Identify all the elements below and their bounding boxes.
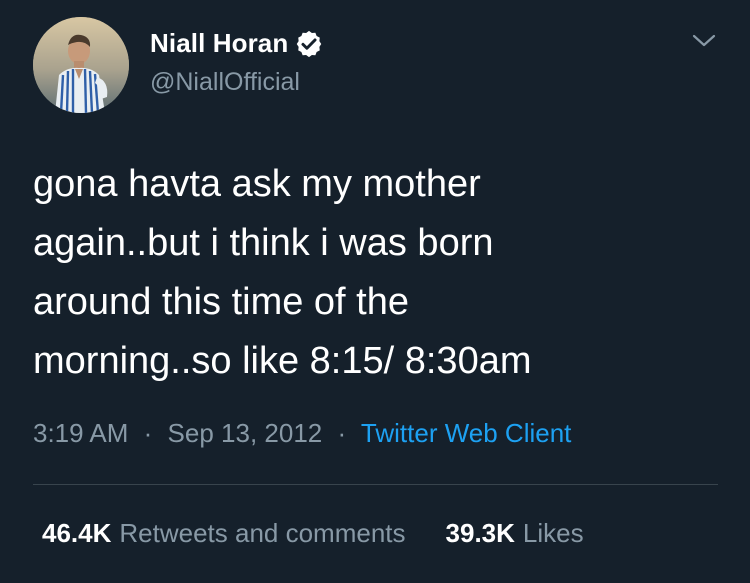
likes-stat[interactable]: 39.3K Likes [446,518,584,549]
tweet-time[interactable]: 3:19 AM [33,418,128,448]
retweets-stat[interactable]: 46.4K Retweets and comments [42,518,406,549]
author-display-name[interactable]: Niall Horan [150,28,288,59]
tweet-stats: 46.4K Retweets and comments 39.3K Likes [42,518,584,549]
tweet-text: gona havta ask my mother again..but i th… [33,155,713,391]
divider [33,484,718,485]
author-name-row[interactable]: Niall Horan [150,28,324,59]
profile-photo [33,17,129,113]
verified-badge-icon [294,29,324,59]
meta-separator: · [143,418,153,448]
tweet-date[interactable]: Sep 13, 2012 [168,418,323,448]
meta-separator: · [337,418,347,448]
tweet-text-line: around this time of the [33,281,409,323]
retweets-count: 46.4K [42,518,112,548]
avatar[interactable] [33,17,129,113]
retweets-label: Retweets and comments [119,518,406,548]
likes-count: 39.3K [445,518,515,548]
author-handle[interactable]: @NiallOfficial [150,68,300,97]
tweet-client-link[interactable]: Twitter Web Client [361,418,571,448]
tweet-text-line: morning..so like 8:15/ 8:30am [33,340,532,382]
tweet-meta: 3:19 AM · Sep 13, 2012 · Twitter Web Cli… [33,418,571,449]
likes-label: Likes [522,518,584,548]
chevron-down-icon[interactable] [690,30,718,52]
tweet-text-line: gona havta ask my mother [33,163,481,205]
tweet-text-line: again..but i think i was born [33,222,494,264]
